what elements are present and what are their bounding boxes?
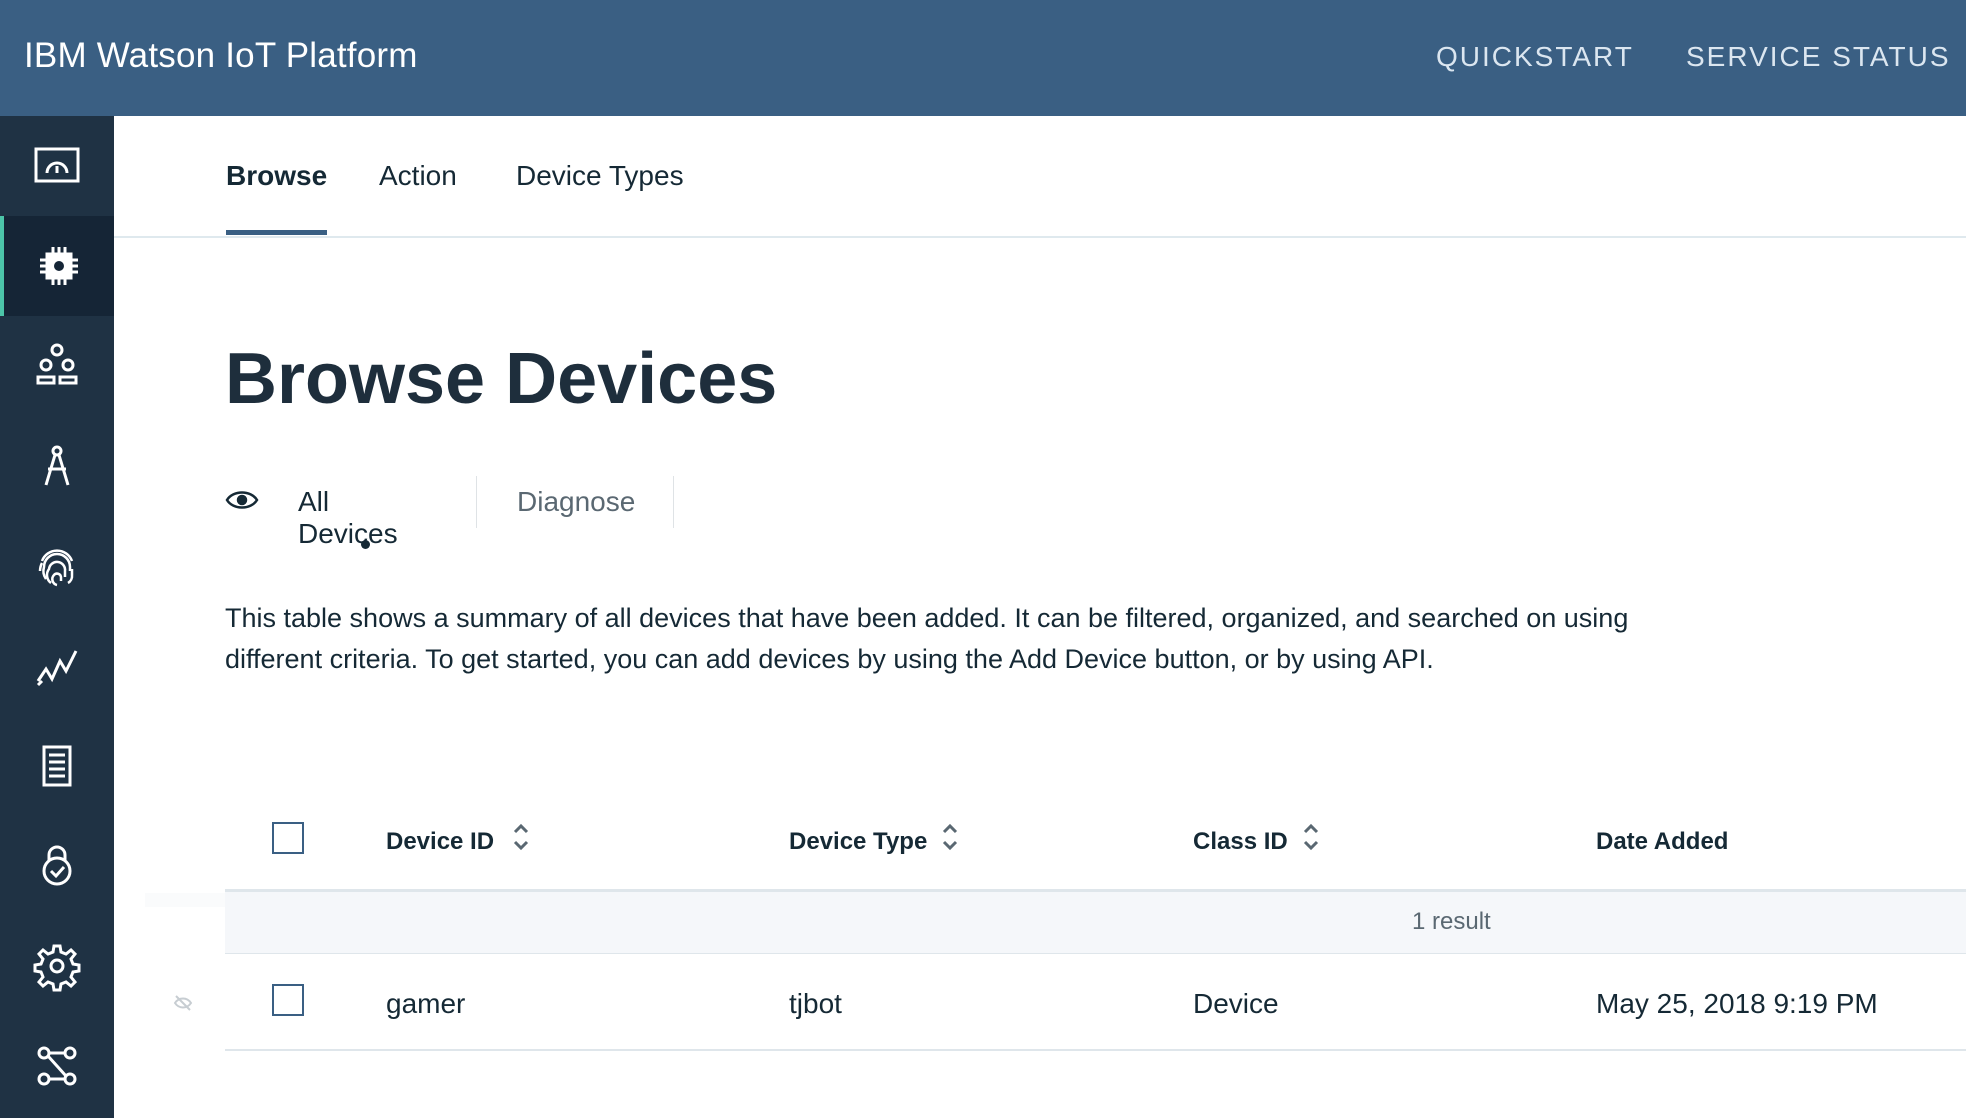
dashboard-icon <box>34 147 80 183</box>
column-header-device-id[interactable]: Device ID <box>386 828 494 856</box>
subtab-diagnose[interactable]: Diagnose <box>517 486 635 518</box>
sort-icon[interactable] <box>940 820 960 854</box>
sidebar-item-logs[interactable] <box>0 716 114 816</box>
settings-icon <box>33 944 81 992</box>
tab-device-types[interactable]: Device Types <box>516 160 684 230</box>
chip-icon <box>40 247 78 285</box>
compass-icon <box>44 445 70 486</box>
sidebar-item-extensions[interactable] <box>0 1016 114 1116</box>
top-tabs: Browse Action Device Types <box>114 116 1966 238</box>
subtab-divider <box>476 476 477 528</box>
cell-date-added: May 25, 2018 9:19 PM <box>1596 988 1878 1019</box>
row-checkbox[interactable] <box>272 984 304 1016</box>
service-status-link[interactable]: SERVICE STATUS <box>1686 41 1951 73</box>
column-header-class-id[interactable]: Class ID <box>1193 828 1288 856</box>
table-header: Device ID Device Type Class ID Date Adde… <box>225 806 1966 892</box>
eye-icon <box>225 491 259 509</box>
column-header-device-type[interactable]: Device Type <box>789 828 927 856</box>
sidebar-item-identity[interactable] <box>0 516 114 616</box>
result-count-row: 1 result <box>225 892 1966 954</box>
tab-action[interactable]: Action <box>379 160 457 230</box>
sidebar-item-dashboard[interactable] <box>0 116 114 216</box>
row-hint-icon <box>173 995 193 1011</box>
sort-icon[interactable] <box>511 820 531 854</box>
fingerprint-icon <box>38 549 74 587</box>
extensions-icon <box>37 1046 77 1086</box>
subtab-all-devices[interactable]: All Devices <box>298 486 398 550</box>
row-shadow <box>145 893 225 907</box>
table-row[interactable]: gamer tjbot Device May 25, 2018 9:19 PM <box>225 954 1966 1051</box>
column-header-date-added[interactable]: Date Added <box>1596 828 1728 856</box>
document-icon <box>42 745 72 787</box>
sidebar <box>0 116 114 1118</box>
cell-class-id: Device <box>1193 988 1279 1019</box>
security-icon <box>42 845 72 886</box>
subtab-divider <box>673 476 674 528</box>
sidebar-item-analytics[interactable] <box>0 616 114 716</box>
sidebar-item-security[interactable] <box>0 816 114 916</box>
quickstart-link[interactable]: QUICKSTART <box>1436 41 1634 73</box>
cell-device-type: tjbot <box>789 988 842 1019</box>
sidebar-item-settings[interactable] <box>0 916 114 1016</box>
sort-icon[interactable] <box>1301 820 1321 854</box>
page-title: Browse Devices <box>225 339 778 419</box>
result-count: 1 result <box>1412 908 1491 935</box>
members-icon <box>36 343 78 385</box>
sidebar-item-devices[interactable] <box>0 216 114 316</box>
active-indicator <box>361 540 370 549</box>
cell-device-id: gamer <box>386 988 466 1019</box>
top-bar: IBM Watson IoT Platform QUICKSTART SERVI… <box>0 0 1966 116</box>
table-description: This table shows a summary of all device… <box>225 603 1629 674</box>
tab-browse[interactable]: Browse <box>226 160 328 235</box>
sidebar-item-members[interactable] <box>0 316 114 416</box>
sidebar-item-rules[interactable] <box>0 416 114 516</box>
select-all-checkbox[interactable] <box>272 822 304 854</box>
analytics-icon <box>36 650 78 687</box>
brand-title[interactable]: IBM Watson IoT Platform <box>24 36 418 76</box>
